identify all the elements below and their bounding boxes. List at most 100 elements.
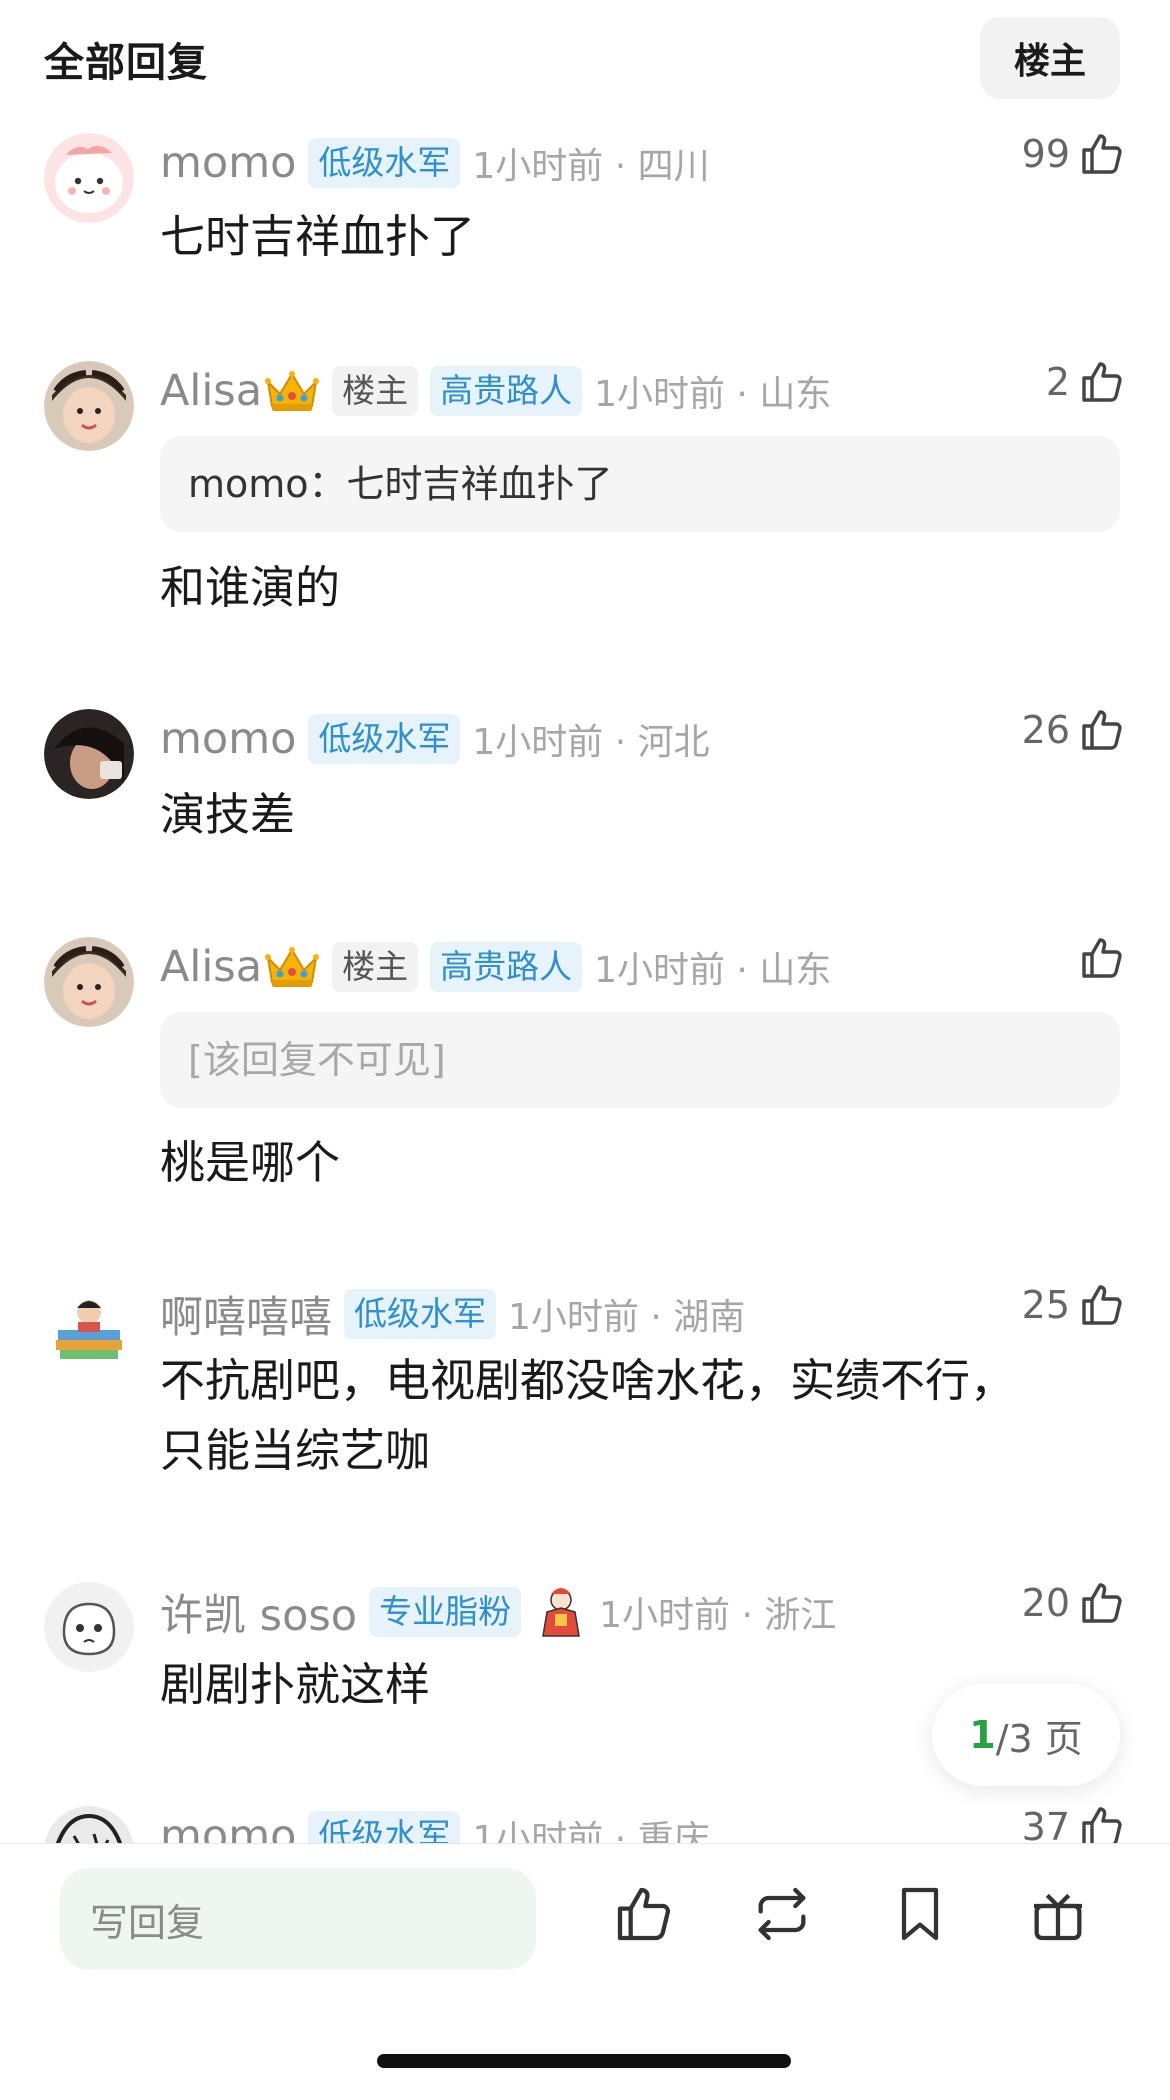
like-count: 37	[1021, 1805, 1070, 1843]
comment-meta: Alisa 楼主 高贵路人 1小时前 · 山东	[160, 937, 831, 997]
level-badge: 低级水军	[308, 138, 461, 188]
comment-text: 不抗剧吧，电视剧都没啥水花，实绩不行， 只能当综艺咖	[160, 1346, 1080, 1486]
username[interactable]: momo	[160, 138, 296, 188]
like-control[interactable]: 2	[1046, 357, 1126, 407]
quoted-reply[interactable]: momo：七时吉祥血扑了	[160, 436, 1120, 532]
separator: ·	[730, 1595, 765, 1636]
comment-text-line: 桃是哪个	[160, 1136, 341, 1189]
post-time: 1小时前	[594, 950, 725, 991]
gift-icon[interactable]	[1026, 1882, 1090, 1946]
quoted-username: momo：	[188, 462, 347, 506]
crown-icon	[265, 371, 320, 411]
time-location: 1小时前 · 四川	[472, 137, 709, 189]
bookmark-icon[interactable]	[888, 1882, 952, 1946]
like-control[interactable]: 25	[1022, 1280, 1126, 1330]
comment-meta: momo 低级水军 1小时前 · 河北	[160, 709, 710, 769]
username[interactable]: Alisa	[160, 366, 262, 416]
username[interactable]: Alisa	[160, 942, 262, 992]
comment-text: 七时吉祥血扑了	[160, 202, 1080, 272]
like-count: 26	[1021, 708, 1070, 752]
username[interactable]: momo	[160, 1811, 296, 1843]
username[interactable]: 许凯 soso	[160, 1581, 357, 1643]
like-control[interactable]: 99	[1022, 129, 1126, 179]
comment-item[interactable]: Alisa 楼主 高贵路人 1小时前 · 山东 [该回复不可见] 桃是哪个	[0, 937, 1170, 1237]
page-indicator[interactable]: 1/3 页	[932, 1684, 1120, 1786]
time-location: 1小时前 · 河北	[472, 713, 709, 765]
reply-input[interactable]: 写回复	[60, 1868, 536, 1970]
ip-location: 四川	[637, 146, 710, 187]
comment-text-line: 和谁演的	[160, 561, 341, 614]
level-badge: 高贵路人	[430, 366, 583, 416]
op-badge: 楼主	[332, 366, 419, 416]
bottom-action-bar: 写回复	[0, 1843, 1170, 2100]
ip-location: 浙江	[764, 1595, 837, 1636]
like-icon[interactable]	[1078, 1280, 1126, 1330]
avatar[interactable]	[44, 1284, 134, 1374]
like-control[interactable]	[1078, 933, 1126, 983]
time-location: 1小时前 · 山东	[594, 941, 831, 993]
avatar[interactable]	[44, 937, 134, 1027]
time-location: 1小时前 · 浙江	[599, 1586, 836, 1638]
crown-icon	[265, 947, 320, 987]
ip-location: 河北	[637, 722, 710, 763]
comment-text-line: 七时吉祥血扑了	[160, 210, 476, 263]
ip-location: 山东	[759, 374, 832, 415]
comment-text: 和谁演的	[160, 553, 1080, 623]
separator: ·	[724, 950, 760, 991]
like-count: 20	[1021, 1581, 1070, 1625]
comment-meta: momo 低级水军 1小时前 · 四川	[160, 133, 710, 193]
total-pages: /3 页	[995, 1716, 1083, 1761]
quoted-text: 七时吉祥血扑了	[346, 462, 613, 506]
avatar[interactable]	[44, 1806, 134, 1843]
comment-feed: momo 低级水军 1小时前 · 四川 99 七时吉祥血扑了 Alisa 楼主 高贵路人 1小时…	[0, 0, 1170, 1843]
like-icon[interactable]	[1078, 129, 1126, 179]
time-location: 1小时前 · 重庆	[472, 1810, 709, 1843]
username[interactable]: 啊嘻嘻嘻	[160, 1283, 332, 1345]
home-indicator	[377, 2054, 791, 2068]
like-control[interactable]: 20	[1022, 1578, 1126, 1628]
post-time: 1小时前	[594, 374, 725, 415]
comment-text: 桃是哪个	[160, 1128, 1080, 1198]
current-page: 1	[969, 1713, 996, 1757]
ip-location: 重庆	[637, 1819, 710, 1843]
repost-icon[interactable]	[750, 1882, 814, 1946]
post-time: 1小时前	[472, 146, 604, 187]
separator: ·	[724, 374, 760, 415]
comment-text-line: 不抗剧吧，电视剧都没啥水花，实绩不行，	[160, 1354, 1016, 1407]
op-badge: 楼主	[332, 942, 419, 992]
username[interactable]: momo	[160, 714, 296, 764]
like-control[interactable]: 26	[1022, 705, 1126, 755]
like-icon[interactable]	[1078, 1578, 1126, 1628]
separator: ·	[603, 146, 638, 187]
level-badge: 低级水军	[344, 1289, 496, 1339]
like-icon[interactable]	[1078, 1802, 1126, 1843]
character-sticker-icon	[542, 1588, 580, 1637]
comment-text: 演技差	[160, 780, 1080, 850]
avatar[interactable]	[44, 709, 134, 799]
like-icon[interactable]	[1078, 357, 1126, 407]
comment-text-line: 演技差	[160, 788, 296, 841]
like-icon[interactable]	[1078, 705, 1126, 755]
like-count: 2	[1045, 360, 1070, 404]
like-icon[interactable]	[612, 1882, 676, 1946]
level-badge: 专业脂粉	[369, 1587, 522, 1637]
comment-meta: momo 低级水军 1小时前 · 重庆	[160, 1806, 710, 1843]
like-control[interactable]: 37	[1022, 1802, 1126, 1843]
like-count: 25	[1021, 1283, 1070, 1327]
avatar[interactable]	[44, 133, 134, 223]
avatar[interactable]	[44, 1582, 134, 1672]
comment-item[interactable]: 啊嘻嘻嘻 低级水军 1小时前 · 湖南 25 不抗剧吧，电视剧都没啥水花，实绩不行， 只能…	[0, 1283, 1170, 1584]
avatar[interactable]	[44, 361, 134, 451]
quoted-reply-hidden: [该回复不可见]	[160, 1012, 1120, 1108]
like-count: 99	[1021, 132, 1070, 176]
comment-meta: 啊嘻嘻嘻 低级水军 1小时前 · 湖南	[160, 1284, 745, 1344]
comment-item[interactable]: Alisa 楼主 高贵路人 1小时前 · 山东 2 momo：七时吉祥血扑了和谁演的	[0, 360, 1170, 661]
post-time: 1小时前	[599, 1595, 730, 1636]
level-badge: 低级水军	[308, 714, 461, 764]
time-location: 1小时前 · 湖南	[508, 1288, 745, 1340]
like-icon[interactable]	[1078, 933, 1126, 983]
comment-item[interactable]: momo 低级水军 1小时前 · 重庆 37	[0, 1805, 1170, 1843]
post-time: 1小时前	[472, 722, 604, 763]
separator: ·	[603, 722, 638, 763]
ip-location: 湖南	[673, 1297, 746, 1338]
